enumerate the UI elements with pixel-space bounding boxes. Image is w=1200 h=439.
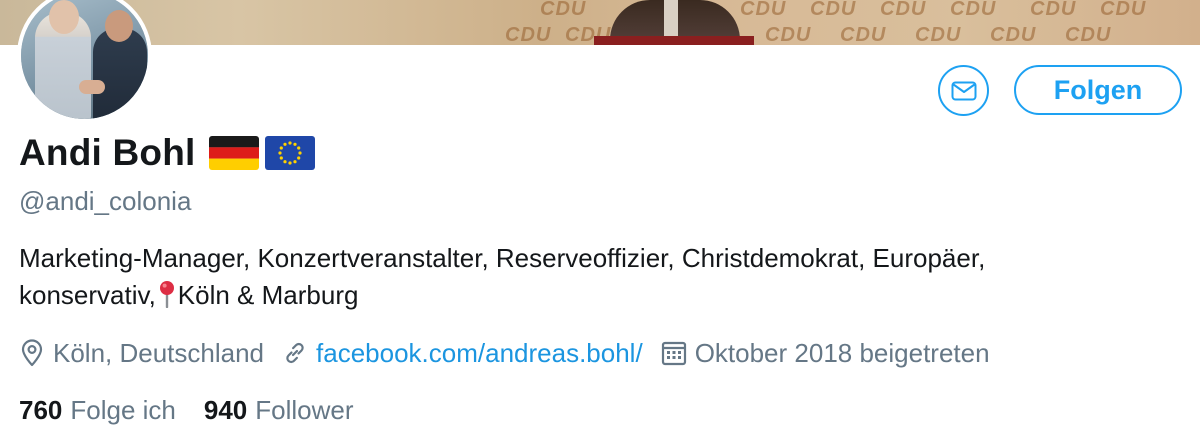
- following-stat[interactable]: 760 Folge ich: [19, 395, 176, 426]
- profile-name: Andi Bohl: [19, 132, 196, 173]
- joined-text: Oktober 2018 beigetreten: [694, 337, 990, 368]
- profile-joined: Oktober 2018 beigetreten: [661, 338, 990, 369]
- followers-count: 940: [203, 394, 248, 425]
- bio-line-1: Marketing-Manager, Konzertveranstalter, …: [19, 243, 986, 273]
- avatar-person-right-head: [105, 10, 133, 42]
- bio-line-2a: konservativ,: [19, 280, 156, 310]
- eu-flag-icon: [265, 136, 316, 170]
- banner-podium: [594, 36, 754, 45]
- bio-line-2b: Köln & Marburg: [177, 280, 359, 310]
- link-icon: [286, 342, 304, 364]
- profile-banner[interactable]: CDU CDU CDU CDU CDU CDU CDU CDU CDU CDU …: [0, 0, 1200, 45]
- avatar-handshake: [79, 80, 105, 94]
- calendar-icon: [661, 341, 686, 366]
- banner-stage-text: CDU: [740, 0, 787, 20]
- message-button[interactable]: [938, 65, 989, 116]
- banner-stage-text: CDU: [880, 0, 927, 20]
- profile-location: Köln, Deutschland: [19, 338, 264, 369]
- profile-bio: Marketing-Manager, Konzertveranstalter, …: [19, 240, 1179, 314]
- banner-stage-text: CDU: [1030, 0, 1077, 20]
- follow-button[interactable]: Folgen: [1014, 65, 1182, 115]
- profile-stats-row: 760 Folge ich 940 Follower: [19, 392, 382, 428]
- banner-stage-text: CDU: [840, 24, 887, 45]
- banner-stage-text: CDU: [810, 0, 857, 20]
- banner-stage-text: CDU: [915, 24, 962, 45]
- website-link[interactable]: facebook.com/andreas.bohl/: [316, 338, 643, 369]
- following-label: Folge ich: [70, 394, 176, 425]
- banner-stage-text: CDU: [1065, 24, 1112, 45]
- location-pin-icon: [21, 339, 43, 367]
- profile-meta-row: Köln, Deutschland facebook.com/andreas.b…: [19, 336, 1008, 370]
- banner-stage-text: CDU: [950, 0, 997, 20]
- followers-label: Follower: [255, 394, 354, 425]
- avatar-person-right: [93, 28, 147, 119]
- avatar[interactable]: [17, 0, 152, 123]
- banner-stage-text: CDU: [540, 0, 587, 20]
- banner-stage-text: CDU: [990, 24, 1037, 45]
- following-count: 760: [19, 394, 63, 425]
- avatar-person-left-head: [49, 0, 79, 34]
- profile-handle: @andi_colonia: [19, 186, 192, 216]
- banner-stage-text: CDU: [1100, 0, 1147, 20]
- location-text: Köln, Deutschland: [53, 337, 265, 368]
- banner-stage-text: CDU: [505, 24, 552, 45]
- round-pushpin-icon: [159, 281, 174, 308]
- envelope-icon: [951, 81, 976, 100]
- profile-website[interactable]: facebook.com/andreas.bohl/: [282, 338, 643, 369]
- followers-stat[interactable]: 940 Follower: [204, 395, 354, 426]
- germany-flag-icon: [209, 136, 260, 170]
- banner-stage-text: CDU: [765, 24, 812, 45]
- profile-name-row: Andi Bohl: [19, 128, 316, 178]
